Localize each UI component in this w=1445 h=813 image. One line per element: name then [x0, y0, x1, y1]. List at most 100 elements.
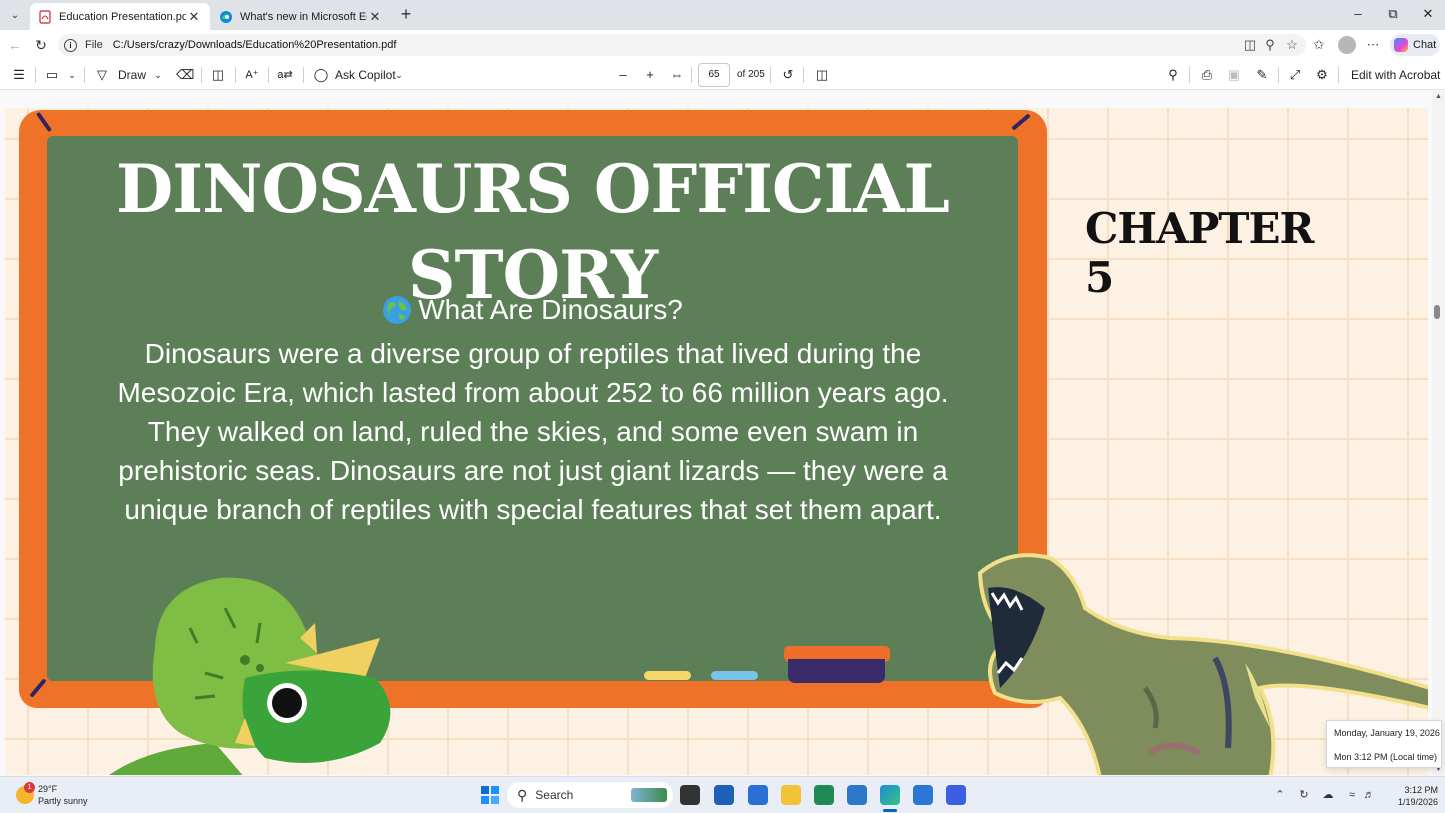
eraser-body — [788, 659, 885, 683]
close-tab-icon[interactable]: ✕ — [186, 9, 202, 25]
pdf-viewport[interactable]: DINOSAURS OFFICIAL STORY CHAPTER 5 What … — [0, 91, 1432, 775]
restore-icon[interactable]: ⧉ — [1383, 6, 1403, 24]
print-icon[interactable]: ⎙ — [1199, 67, 1215, 83]
copilot-chat-button[interactable]: Chat — [1390, 34, 1440, 56]
yellow-chalk — [644, 671, 691, 680]
globe-icon — [383, 296, 412, 324]
read-aloud-icon[interactable]: A⁺ — [244, 67, 260, 83]
edge-taskbar-icon[interactable] — [880, 785, 900, 805]
question-heading: What Are Dinosaurs? — [47, 294, 1018, 326]
refresh-icon[interactable]: ↻ — [32, 36, 50, 54]
address-url[interactable]: C:/Users/crazy/Downloads/Education%20Pre… — [113, 39, 397, 51]
active-app-indicator — [883, 809, 897, 812]
toolbar-divider — [268, 67, 269, 83]
zoom-out-icon[interactable]: – — [615, 67, 631, 83]
add-text-icon[interactable]: ◫ — [210, 67, 226, 83]
wifi-icon[interactable]: ≈ — [1345, 788, 1359, 802]
toolbar-divider — [201, 67, 202, 83]
scroll-up-icon[interactable]: ▲ — [1435, 93, 1442, 100]
onedrive-cloud-icon[interactable]: ☁ — [1321, 788, 1335, 802]
address-scheme: File — [85, 39, 103, 51]
copilot-outline-icon[interactable]: ◯ — [313, 67, 329, 83]
close-window-icon[interactable]: ✕ — [1418, 6, 1438, 24]
new-tab-icon[interactable]: + — [396, 5, 416, 24]
tab-title: What's new in Microsoft Edge — [240, 10, 367, 23]
volume-icon[interactable]: ♬ — [1362, 788, 1376, 802]
erase-icon[interactable]: ⌫ — [176, 67, 194, 83]
outlook-icon[interactable] — [847, 785, 867, 805]
edge-logo-icon — [220, 10, 232, 23]
toolbar-divider — [770, 67, 771, 83]
back-icon[interactable]: ← — [6, 36, 24, 54]
pdf-page: DINOSAURS OFFICIAL STORY CHAPTER 5 What … — [5, 108, 1428, 775]
weather-desc: Partly sunny — [38, 796, 88, 806]
tab-education-pdf[interactable]: Education Presentation.pdf ✕ — [30, 3, 210, 30]
app-icon[interactable] — [946, 785, 966, 805]
vertical-scrollbar[interactable]: ▲ ▼ — [1432, 91, 1445, 775]
zoom-in-icon[interactable]: + — [642, 67, 658, 83]
task-view-icon[interactable] — [680, 785, 700, 805]
toolbar-divider — [1189, 67, 1190, 83]
save-icon[interactable]: ▣ — [1226, 67, 1242, 83]
tab-whats-new-edge[interactable]: What's new in Microsoft Edge ✕ — [211, 3, 391, 30]
fullscreen-icon[interactable]: ⤢ — [1287, 67, 1303, 83]
app-icon[interactable] — [814, 785, 834, 805]
address-bar[interactable]: i File C:/Users/crazy/Downloads/Educatio… — [58, 34, 1306, 56]
app-icon[interactable] — [913, 785, 933, 805]
translate-icon[interactable]: a⇄ — [277, 67, 293, 83]
microsoft-store-icon[interactable] — [714, 785, 734, 805]
draw-icon[interactable]: ▽ — [94, 67, 110, 83]
toolbar-divider — [84, 67, 85, 83]
start-windows-icon[interactable] — [480, 785, 500, 805]
taskbar-clock[interactable]: 3:12 PM 1/19/2026 — [1388, 784, 1438, 808]
page-view-icon[interactable]: ◫ — [814, 67, 830, 83]
show-hidden-icons-icon[interactable]: ⌃ — [1273, 788, 1287, 802]
slide-title: DINOSAURS OFFICIAL STORY — [116, 150, 950, 314]
pdf-file-icon — [39, 9, 51, 24]
tab-actions-menu-icon[interactable]: ⌄ — [5, 5, 25, 25]
taskbar-search-box[interactable]: ⚲ Search — [507, 782, 673, 808]
toolbar-divider — [235, 67, 236, 83]
clock-time: 3:12 PM — [1404, 785, 1438, 795]
copilot-icon — [1394, 38, 1408, 52]
save-as-icon[interactable]: ✎ — [1254, 67, 1270, 83]
minimize-icon[interactable]: – — [1348, 6, 1368, 24]
chat-label: Chat — [1413, 39, 1437, 51]
close-tab-icon[interactable]: ✕ — [367, 9, 383, 25]
more-options-icon[interactable]: ⋯ — [1365, 37, 1381, 53]
fit-width-icon[interactable]: ⇔ — [669, 67, 685, 83]
weather-temp: 29°F — [38, 784, 58, 794]
zoom-icon[interactable]: ⚲ — [1262, 37, 1278, 53]
scrollbar-thumb[interactable] — [1434, 305, 1440, 319]
profile-avatar[interactable] — [1338, 36, 1356, 54]
blue-chalk — [711, 671, 758, 680]
search-icon[interactable]: ⚲ — [1165, 67, 1181, 83]
page-number-input[interactable]: 65 — [698, 63, 730, 87]
chevron-down-icon[interactable]: ⌄ — [64, 67, 80, 83]
clock-date: 1/19/2026 — [1397, 797, 1438, 807]
contents-icon[interactable]: ☰ — [11, 67, 27, 83]
rotate-icon[interactable]: ↺ — [780, 67, 796, 83]
chevron-down-icon[interactable]: ⌄ — [391, 67, 407, 83]
chevron-down-icon[interactable]: ⌄ — [150, 67, 166, 83]
address-row: ← ↻ i File C:/Users/crazy/Downloads/Educ… — [0, 30, 1445, 60]
favorites-icon[interactable]: ✩ — [1311, 37, 1327, 53]
highlight-icon[interactable]: ▭ — [44, 67, 60, 83]
edit-with-acrobat-button[interactable]: Edit with Acrobat — [1351, 67, 1440, 83]
immersive-reader-icon[interactable]: ◫ — [1242, 37, 1258, 53]
toolbar-divider — [1338, 67, 1339, 83]
favorite-star-icon[interactable]: ☆ — [1284, 37, 1300, 53]
settings-gear-icon[interactable]: ⚙ — [1314, 67, 1330, 83]
weather-badge: 1 — [24, 782, 35, 793]
info-icon[interactable]: i — [64, 38, 77, 52]
draw-label[interactable]: Draw — [118, 67, 146, 83]
sync-icon[interactable]: ↻ — [1297, 788, 1311, 802]
file-explorer-icon[interactable] — [781, 785, 801, 805]
toolbar-divider — [35, 67, 36, 83]
app-icon[interactable] — [748, 785, 768, 805]
ask-copilot-label[interactable]: Ask Copilot — [335, 67, 396, 83]
tab-strip: ⌄ Education Presentation.pdf ✕ What's ne… — [0, 0, 1445, 30]
toolbar-divider — [803, 67, 804, 83]
taskbar: 1 29°F Partly sunny ⚲ Search ⌃ ↻ ☁ ≈ ♬ 3… — [0, 776, 1445, 813]
toolbar-divider — [1278, 67, 1279, 83]
